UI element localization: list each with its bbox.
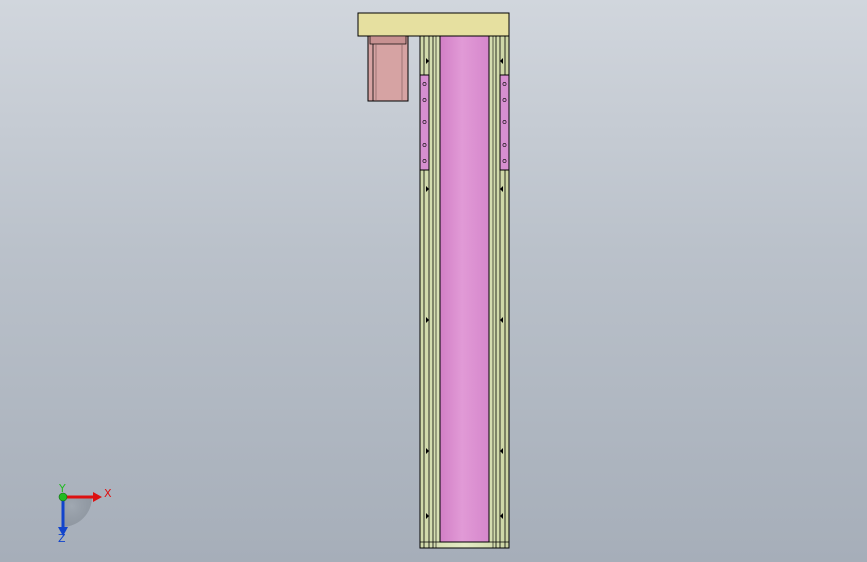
carriage-bracket-left[interactable] [419,74,430,171]
model-view[interactable]: X Y Z [0,0,867,562]
carriage-bracket-right[interactable] [499,74,510,171]
view-orientation-triad: X Y Z [58,482,112,545]
top-plate[interactable] [357,12,510,37]
y-axis-label: Y [58,482,66,495]
motor-block[interactable] [367,35,409,102]
z-axis-label: Z [58,532,66,545]
graphics-viewport[interactable]: X Y Z [0,0,867,562]
x-axis-label: X [104,487,112,500]
rail-cover[interactable] [439,35,490,543]
